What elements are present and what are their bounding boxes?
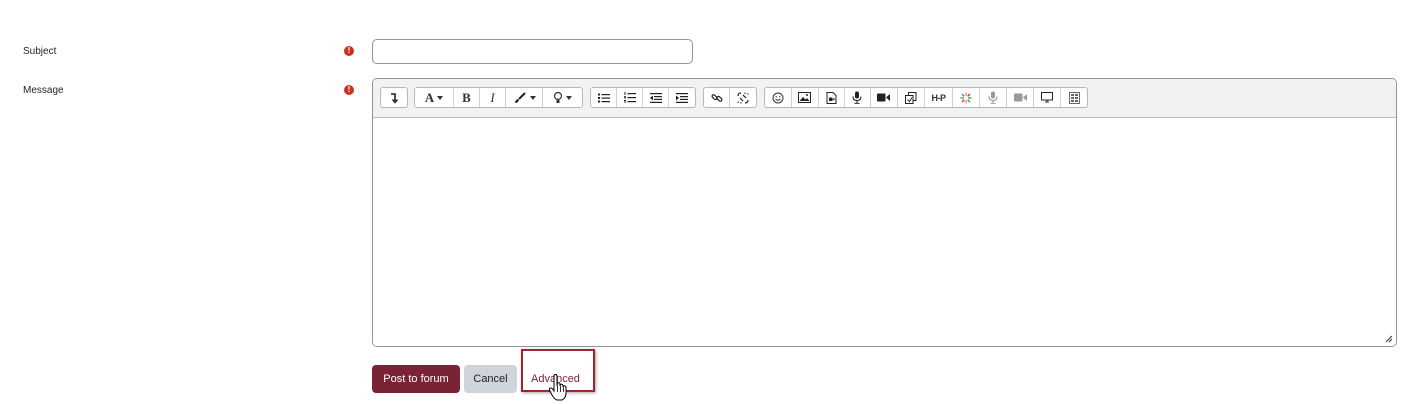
manage-files-icon xyxy=(904,91,917,104)
editor-toolbar: A B I H-P xyxy=(373,79,1396,118)
chevron-down-icon xyxy=(529,95,536,100)
indent-icon xyxy=(676,92,688,103)
toolbar-group-links xyxy=(703,87,757,108)
accessibility-checker-button[interactable] xyxy=(953,88,981,107)
resize-handle-icon[interactable] xyxy=(1385,335,1393,343)
link-icon xyxy=(710,93,723,102)
post-to-forum-button[interactable]: Post to forum xyxy=(372,365,460,393)
bold-icon: B xyxy=(462,90,471,105)
show-more-button[interactable] xyxy=(381,88,407,107)
screen-reader-button[interactable] xyxy=(1034,88,1062,107)
media-icon xyxy=(826,91,837,104)
manage-files-button[interactable] xyxy=(898,88,925,107)
emoji-icon xyxy=(772,92,784,103)
toolbar-group-insert: H-P xyxy=(764,87,1088,108)
chevron-down-icon xyxy=(566,95,572,100)
record-video-button[interactable] xyxy=(871,88,898,107)
accessibility-checker-icon xyxy=(960,92,972,103)
text-color-icon xyxy=(514,91,526,103)
message-editor: A B I H-P xyxy=(372,78,1397,347)
toolbar-group-style: A B I xyxy=(414,87,583,108)
subject-input[interactable] xyxy=(372,39,693,64)
mic-icon xyxy=(988,91,998,104)
show-more-icon xyxy=(391,92,399,104)
html-icon xyxy=(1068,91,1080,104)
font-icon: A xyxy=(424,90,435,105)
link-button[interactable] xyxy=(704,88,730,107)
image-button[interactable] xyxy=(792,88,819,107)
html-button[interactable] xyxy=(1061,88,1087,107)
unlink-button[interactable] xyxy=(730,88,756,107)
video-icon xyxy=(1013,93,1027,102)
image-icon xyxy=(798,92,812,103)
emoji-button[interactable] xyxy=(765,88,792,107)
toolbar-group-collapse xyxy=(380,87,408,108)
ordered-list-button[interactable] xyxy=(617,88,643,107)
font-style-button[interactable]: A xyxy=(415,88,454,107)
h5p-icon: H-P xyxy=(931,92,946,103)
media-button[interactable] xyxy=(819,88,845,107)
unordered-list-icon xyxy=(597,93,610,102)
record-video-icon xyxy=(877,93,891,102)
mic-button[interactable] xyxy=(980,88,1008,107)
ordered-list-icon xyxy=(623,92,636,103)
chevron-down-icon xyxy=(437,95,444,100)
italic-icon: I xyxy=(490,90,495,105)
outdent-icon xyxy=(649,92,662,103)
outdent-button[interactable] xyxy=(643,88,669,107)
record-audio-icon xyxy=(852,91,862,104)
highlight-button[interactable] xyxy=(543,88,582,107)
required-icon: ! xyxy=(344,85,354,95)
unlink-icon xyxy=(737,91,749,104)
bold-button[interactable]: B xyxy=(454,88,480,107)
subject-label: Subject xyxy=(23,46,57,57)
h5p-button[interactable]: H-P xyxy=(925,88,954,107)
record-audio-button[interactable] xyxy=(845,88,871,107)
unordered-list-button[interactable] xyxy=(591,88,617,107)
message-content-area[interactable] xyxy=(373,118,1396,346)
hand-cursor-icon xyxy=(548,374,567,401)
indent-button[interactable] xyxy=(669,88,695,107)
required-icon: ! xyxy=(344,46,354,56)
text-color-button[interactable] xyxy=(506,88,543,107)
message-label: Message xyxy=(23,85,64,96)
toolbar-group-lists xyxy=(590,87,696,108)
screen-reader-icon xyxy=(1041,92,1054,103)
highlight-icon xyxy=(553,91,563,103)
cancel-button[interactable]: Cancel xyxy=(464,365,517,393)
italic-button[interactable]: I xyxy=(480,88,506,107)
video-button[interactable] xyxy=(1007,88,1035,107)
